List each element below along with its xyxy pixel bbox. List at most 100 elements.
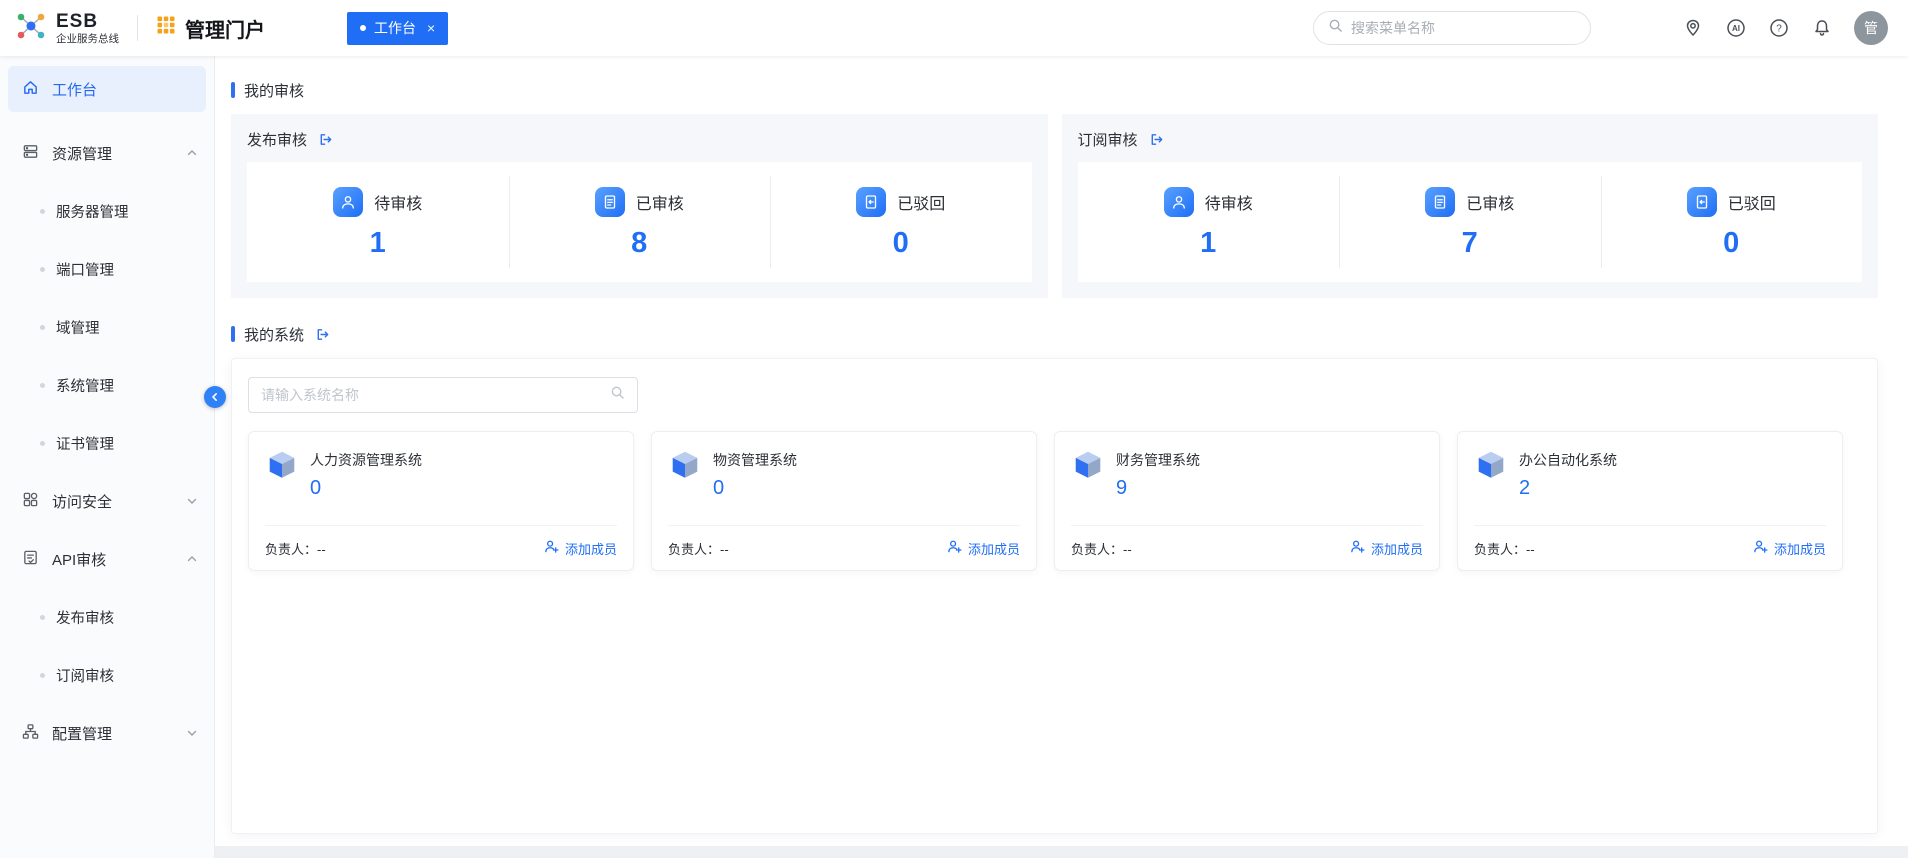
user-avatar[interactable]: 管 [1854, 11, 1888, 45]
bullet-dot-icon [40, 325, 45, 330]
tab-close-icon[interactable]: × [427, 20, 435, 36]
stat-value: 1 [370, 229, 386, 258]
sidebar-subitem-label: 系统管理 [56, 375, 114, 396]
audit-section-header: 我的审核 [231, 80, 1878, 100]
audited-doc-icon [595, 187, 625, 217]
sidebar-subitem-label: 端口管理 [56, 259, 114, 280]
system-count: 9 [1116, 477, 1200, 500]
menu-search-box[interactable] [1313, 11, 1591, 45]
system-card-hr[interactable]: 人力资源管理系统 0 负责人：-- [248, 431, 634, 571]
add-member-label: 添加成员 [968, 539, 1020, 558]
menu-search-input[interactable] [1351, 20, 1576, 36]
add-member-button[interactable]: 添加成员 [1350, 539, 1423, 558]
portal-grid-icon [156, 15, 176, 41]
system-search-box[interactable] [248, 377, 638, 413]
sidebar-item-server-mgmt[interactable]: 服务器管理 [0, 182, 214, 240]
system-cube-icon [1474, 448, 1508, 525]
stat-value: 7 [1462, 229, 1478, 258]
audit-section-title: 我的审核 [244, 80, 304, 101]
stat-audited[interactable]: 已审核 7 [1339, 162, 1601, 282]
add-member-button[interactable]: 添加成员 [544, 539, 617, 558]
sidebar-subitem-label: 证书管理 [56, 433, 114, 454]
sidebar-subitem-label: 发布审核 [56, 607, 114, 628]
add-member-label: 添加成员 [1774, 539, 1826, 558]
export-icon[interactable] [1149, 132, 1164, 147]
pending-person-icon [333, 187, 363, 217]
add-member-icon [947, 539, 962, 557]
sidebar-item-label: 工作台 [52, 79, 97, 100]
tab-active-dot-icon [360, 25, 366, 31]
sidebar-item-access-security[interactable]: 访问安全 [0, 472, 214, 530]
system-cube-icon [265, 448, 299, 525]
add-member-label: 添加成员 [1371, 539, 1423, 558]
export-icon[interactable] [315, 327, 330, 342]
rejected-return-icon [1687, 187, 1717, 217]
publish-audit-title: 发布审核 [247, 129, 307, 150]
sidebar-item-system-mgmt[interactable]: 系统管理 [0, 356, 214, 414]
sidebar-subitem-label: 服务器管理 [56, 201, 129, 222]
header-divider [137, 15, 138, 41]
section-accent-bar [231, 326, 235, 342]
system-search-input[interactable] [261, 387, 610, 403]
sidebar-item-workbench[interactable]: 工作台 [8, 66, 206, 112]
stat-pending[interactable]: 待审核 1 [1078, 162, 1340, 282]
chevron-up-icon [186, 553, 198, 565]
sidebar-collapse-button[interactable] [204, 386, 226, 408]
notification-bell-icon[interactable] [1812, 18, 1832, 38]
export-icon[interactable] [318, 132, 333, 147]
sidebar-item-port-mgmt[interactable]: 端口管理 [0, 240, 214, 298]
stat-rejected[interactable]: 已驳回 0 [770, 162, 1032, 282]
tab-workbench[interactable]: 工作台 × [347, 12, 448, 45]
logo-subtitle: 企业服务总线 [56, 34, 119, 45]
ai-assistant-icon[interactable]: AI [1726, 18, 1746, 38]
stat-value: 0 [893, 229, 909, 258]
tab-label: 工作台 [374, 18, 416, 38]
add-member-button[interactable]: 添加成员 [947, 539, 1020, 558]
add-member-icon [1753, 539, 1768, 557]
chevron-down-icon [186, 727, 198, 739]
system-name: 财务管理系统 [1116, 450, 1200, 470]
help-icon[interactable]: ? [1769, 18, 1789, 38]
sidebar-item-config-mgmt[interactable]: 配置管理 [0, 704, 214, 762]
rejected-return-icon [856, 187, 886, 217]
owner-label: 负责人：-- [668, 539, 729, 558]
sidebar-item-resources[interactable]: 资源管理 [0, 124, 214, 182]
sidebar-subitem-label: 订阅审核 [56, 665, 114, 686]
add-member-button[interactable]: 添加成员 [1753, 539, 1826, 558]
avatar-text: 管 [1864, 18, 1878, 38]
system-card-finance[interactable]: 财务管理系统 9 负责人：-- [1054, 431, 1440, 571]
sidebar-item-api-audit[interactable]: API审核 [0, 530, 214, 588]
app-logo: ESB 企业服务总线 [14, 9, 119, 48]
stat-pending[interactable]: 待审核 1 [247, 162, 509, 282]
subscribe-audit-panel: 订阅审核 [1062, 114, 1879, 298]
svg-text:?: ? [1776, 24, 1782, 35]
stat-label: 待审核 [374, 190, 422, 214]
sidebar-item-cert-mgmt[interactable]: 证书管理 [0, 414, 214, 472]
system-cube-icon [1071, 448, 1105, 525]
system-name: 物资管理系统 [713, 450, 797, 470]
search-icon [610, 385, 625, 405]
sidebar-item-publish-audit[interactable]: 发布审核 [0, 588, 214, 646]
search-icon [1328, 18, 1343, 38]
subscribe-audit-stats: 待审核 1 已审核 [1078, 162, 1863, 282]
sidebar-item-label: 配置管理 [52, 723, 112, 744]
stat-audited[interactable]: 已审核 8 [509, 162, 771, 282]
stat-label: 已审核 [1466, 190, 1514, 214]
bullet-dot-icon [40, 673, 45, 678]
system-card-office-automation[interactable]: 办公自动化系统 2 负责人：-- [1457, 431, 1843, 571]
sidebar-item-subscribe-audit[interactable]: 订阅审核 [0, 646, 214, 704]
system-name: 办公自动化系统 [1519, 450, 1617, 470]
main-area: 我的审核 发布审核 [215, 56, 1908, 858]
location-icon[interactable] [1683, 18, 1703, 38]
system-card-row: 人力资源管理系统 0 负责人：-- [248, 431, 1861, 571]
content-panel: 我的审核 发布审核 [215, 56, 1908, 846]
top-header: ESB 企业服务总线 管理门户 工作台 × [0, 0, 1908, 56]
stat-rejected[interactable]: 已驳回 0 [1601, 162, 1863, 282]
stat-label: 已审核 [636, 190, 684, 214]
sidebar-item-domain-mgmt[interactable]: 域管理 [0, 298, 214, 356]
bullet-dot-icon [40, 267, 45, 272]
system-card-material[interactable]: 物资管理系统 0 负责人：-- [651, 431, 1037, 571]
stat-label: 已驳回 [897, 190, 945, 214]
bullet-dot-icon [40, 383, 45, 388]
add-member-icon [544, 539, 559, 557]
